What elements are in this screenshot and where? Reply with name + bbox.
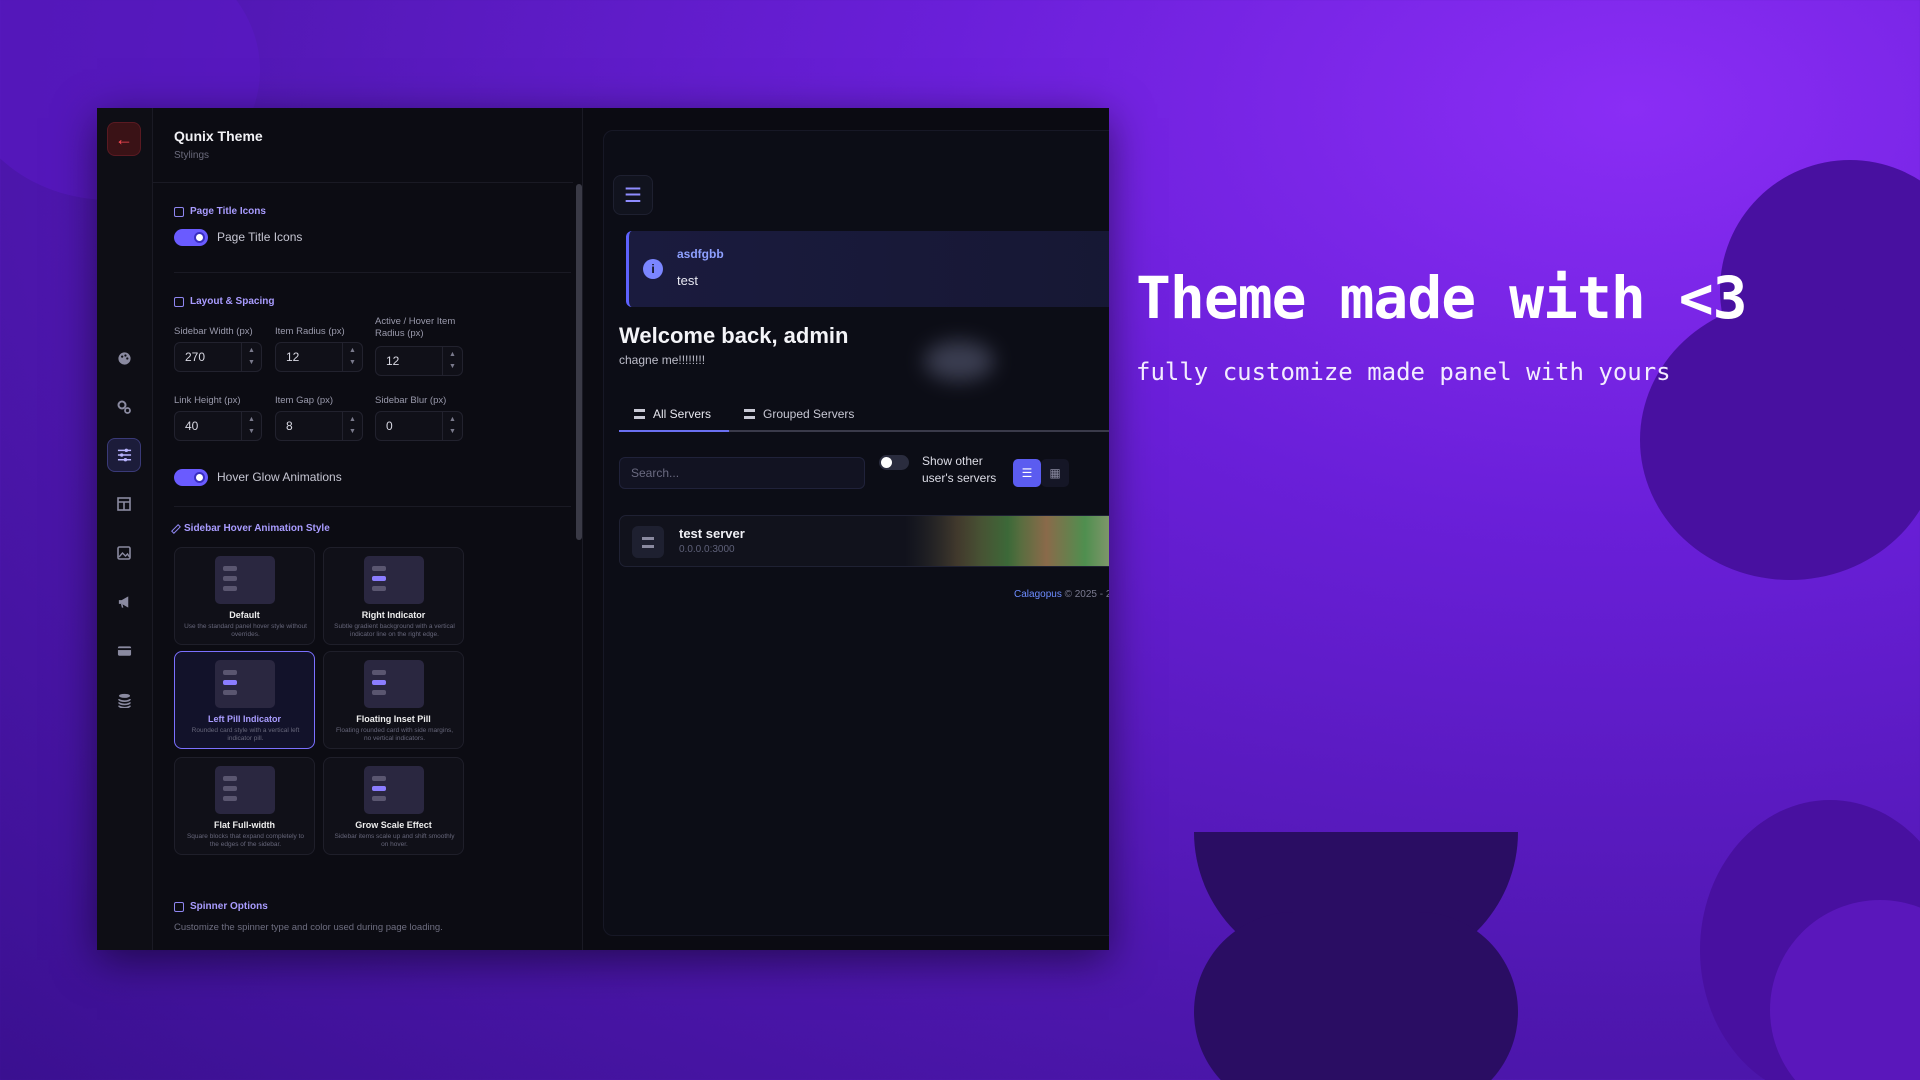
layout-icon[interactable]	[107, 487, 141, 521]
icon-rail: ←	[97, 108, 153, 950]
server-icon	[744, 409, 755, 419]
info-icon: i	[643, 259, 663, 279]
toggle-label: Hover Glow Animations	[217, 470, 342, 484]
settings-panel: Qunix Theme Stylings Page Title Icons Pa…	[153, 108, 583, 950]
hover-style-card-flat[interactable]: Flat Full-width Square blocks that expan…	[174, 757, 315, 855]
style-preview	[215, 660, 275, 708]
card-icon[interactable]	[107, 634, 141, 668]
style-preview	[215, 766, 275, 814]
field-label: Link Height (px)	[174, 395, 241, 406]
footer-brand-link[interactable]: Calagopus	[1014, 589, 1062, 600]
section-page-title-icons: Page Title Icons	[174, 206, 266, 217]
divider	[174, 506, 571, 507]
hover-style-card-default[interactable]: Default Use the standard panel hover sty…	[174, 547, 315, 645]
server-icon	[632, 526, 664, 558]
image-icon[interactable]	[107, 536, 141, 570]
active-radius-input[interactable]: 12 ▲ ▼	[375, 346, 463, 376]
style-preview	[364, 556, 424, 604]
server-tabs: All Servers Grouped Servers	[619, 399, 1109, 432]
stepper[interactable]: ▲ ▼	[342, 343, 362, 371]
glow-decoration	[924, 341, 994, 381]
megaphone-icon[interactable]	[107, 585, 141, 619]
field-label: Active / Hover Item Radius (px)	[375, 316, 456, 339]
section-layout-spacing: Layout & Spacing	[174, 296, 274, 307]
style-preview	[215, 556, 275, 604]
bg-shape	[1194, 832, 1518, 1080]
tab-all-servers[interactable]: All Servers	[634, 407, 711, 421]
active-tab-indicator	[619, 430, 729, 432]
grid-view-icon[interactable]: ▦	[1041, 459, 1069, 487]
hover-style-card-floating-pill[interactable]: Floating Inset Pill Floating rounded car…	[323, 651, 464, 749]
layout-icon	[174, 296, 184, 307]
page-title: Welcome back, admin	[619, 323, 849, 348]
divider	[174, 272, 571, 273]
list-view-icon[interactable]: ☰	[1013, 459, 1041, 487]
server-icon	[634, 409, 645, 419]
hero-title: Theme made with <3	[1136, 264, 1748, 332]
back-arrow-icon[interactable]: ←	[107, 122, 141, 156]
style-preview	[364, 766, 424, 814]
field-label: Item Gap (px)	[275, 395, 334, 406]
app-window: ← Qunix Theme Stylings Page Title Icons …	[97, 108, 1109, 950]
page-title-icons-toggle[interactable]	[174, 229, 208, 246]
hover-glow-toggle[interactable]	[174, 469, 208, 486]
pencil-icon	[171, 523, 181, 534]
field-label: Sidebar Width (px)	[174, 326, 253, 337]
link-height-input[interactable]: 40 ▲ ▼	[174, 411, 262, 441]
item-radius-input[interactable]: 12 ▲ ▼	[275, 342, 363, 372]
style-preview	[364, 660, 424, 708]
hover-style-card-right-indicator[interactable]: Right Indicator Subtle gradient backgrou…	[323, 547, 464, 645]
item-gap-input[interactable]: 8 ▲ ▼	[275, 411, 363, 441]
bg-blob	[1640, 300, 1920, 580]
palette-icon[interactable]	[107, 341, 141, 375]
tab-grouped-servers[interactable]: Grouped Servers	[744, 407, 854, 421]
alert-title: asdfgbb	[677, 247, 724, 261]
window-icon	[174, 206, 184, 217]
panel-preview: ☰ i asdfgbb test Welcome back, admin cha…	[603, 130, 1109, 936]
hover-style-card-grow[interactable]: Grow Scale Effect Sidebar items scale up…	[323, 757, 464, 855]
show-other-servers-label: Show other user's servers	[922, 454, 997, 485]
divider	[153, 182, 573, 183]
sidebar-width-input[interactable]: 270 ▲ ▼	[174, 342, 262, 372]
database-icon[interactable]	[107, 683, 141, 717]
field-label: Sidebar Blur (px)	[375, 395, 447, 406]
section-spinner: Spinner Options	[174, 901, 268, 912]
announcement-alert: i asdfgbb test	[626, 231, 1109, 307]
show-other-servers-toggle[interactable]	[879, 455, 909, 470]
stepper[interactable]: ▲ ▼	[342, 412, 362, 440]
spinner-desc: Customize the spinner type and color use…	[174, 922, 443, 933]
search-input[interactable]: Search...	[619, 457, 865, 489]
hover-style-card-left-pill[interactable]: Left Pill Indicator Rounded card style w…	[174, 651, 315, 749]
server-name: test server	[679, 526, 745, 541]
alert-body: test	[677, 273, 698, 288]
server-address: 0.0.0.0:3000	[679, 544, 735, 555]
cogs-icon[interactable]	[107, 390, 141, 424]
field-label: Item Radius (px)	[275, 326, 345, 337]
toggle-label: Page Title Icons	[217, 230, 303, 244]
stepper[interactable]: ▲ ▼	[241, 412, 261, 440]
server-card[interactable]: test server 0.0.0.0:3000	[619, 515, 1109, 567]
footer: Calagopus © 2025 - 2026	[1014, 589, 1109, 600]
settings-subtitle: Stylings	[174, 150, 210, 161]
stepper[interactable]: ▲ ▼	[241, 343, 261, 371]
sliders-icon[interactable]	[107, 438, 141, 472]
footer-copyright: © 2025 - 2026	[1064, 589, 1109, 600]
stepper[interactable]: ▲ ▼	[442, 412, 462, 440]
hero-subtitle: fully customize made panel with yours	[1136, 358, 1671, 386]
sidebar-blur-input[interactable]: 0 ▲ ▼	[375, 411, 463, 441]
settings-title: Qunix Theme	[174, 128, 263, 144]
page-tagline: chagne me!!!!!!!!	[619, 353, 706, 367]
scrollbar[interactable]	[576, 184, 582, 540]
server-banner-image	[905, 516, 1109, 566]
section-hover-style: Sidebar Hover Animation Style	[171, 523, 330, 534]
stepper[interactable]: ▲ ▼	[442, 347, 462, 375]
hamburger-menu-icon[interactable]: ☰	[613, 175, 653, 215]
sliders-icon	[174, 901, 184, 912]
